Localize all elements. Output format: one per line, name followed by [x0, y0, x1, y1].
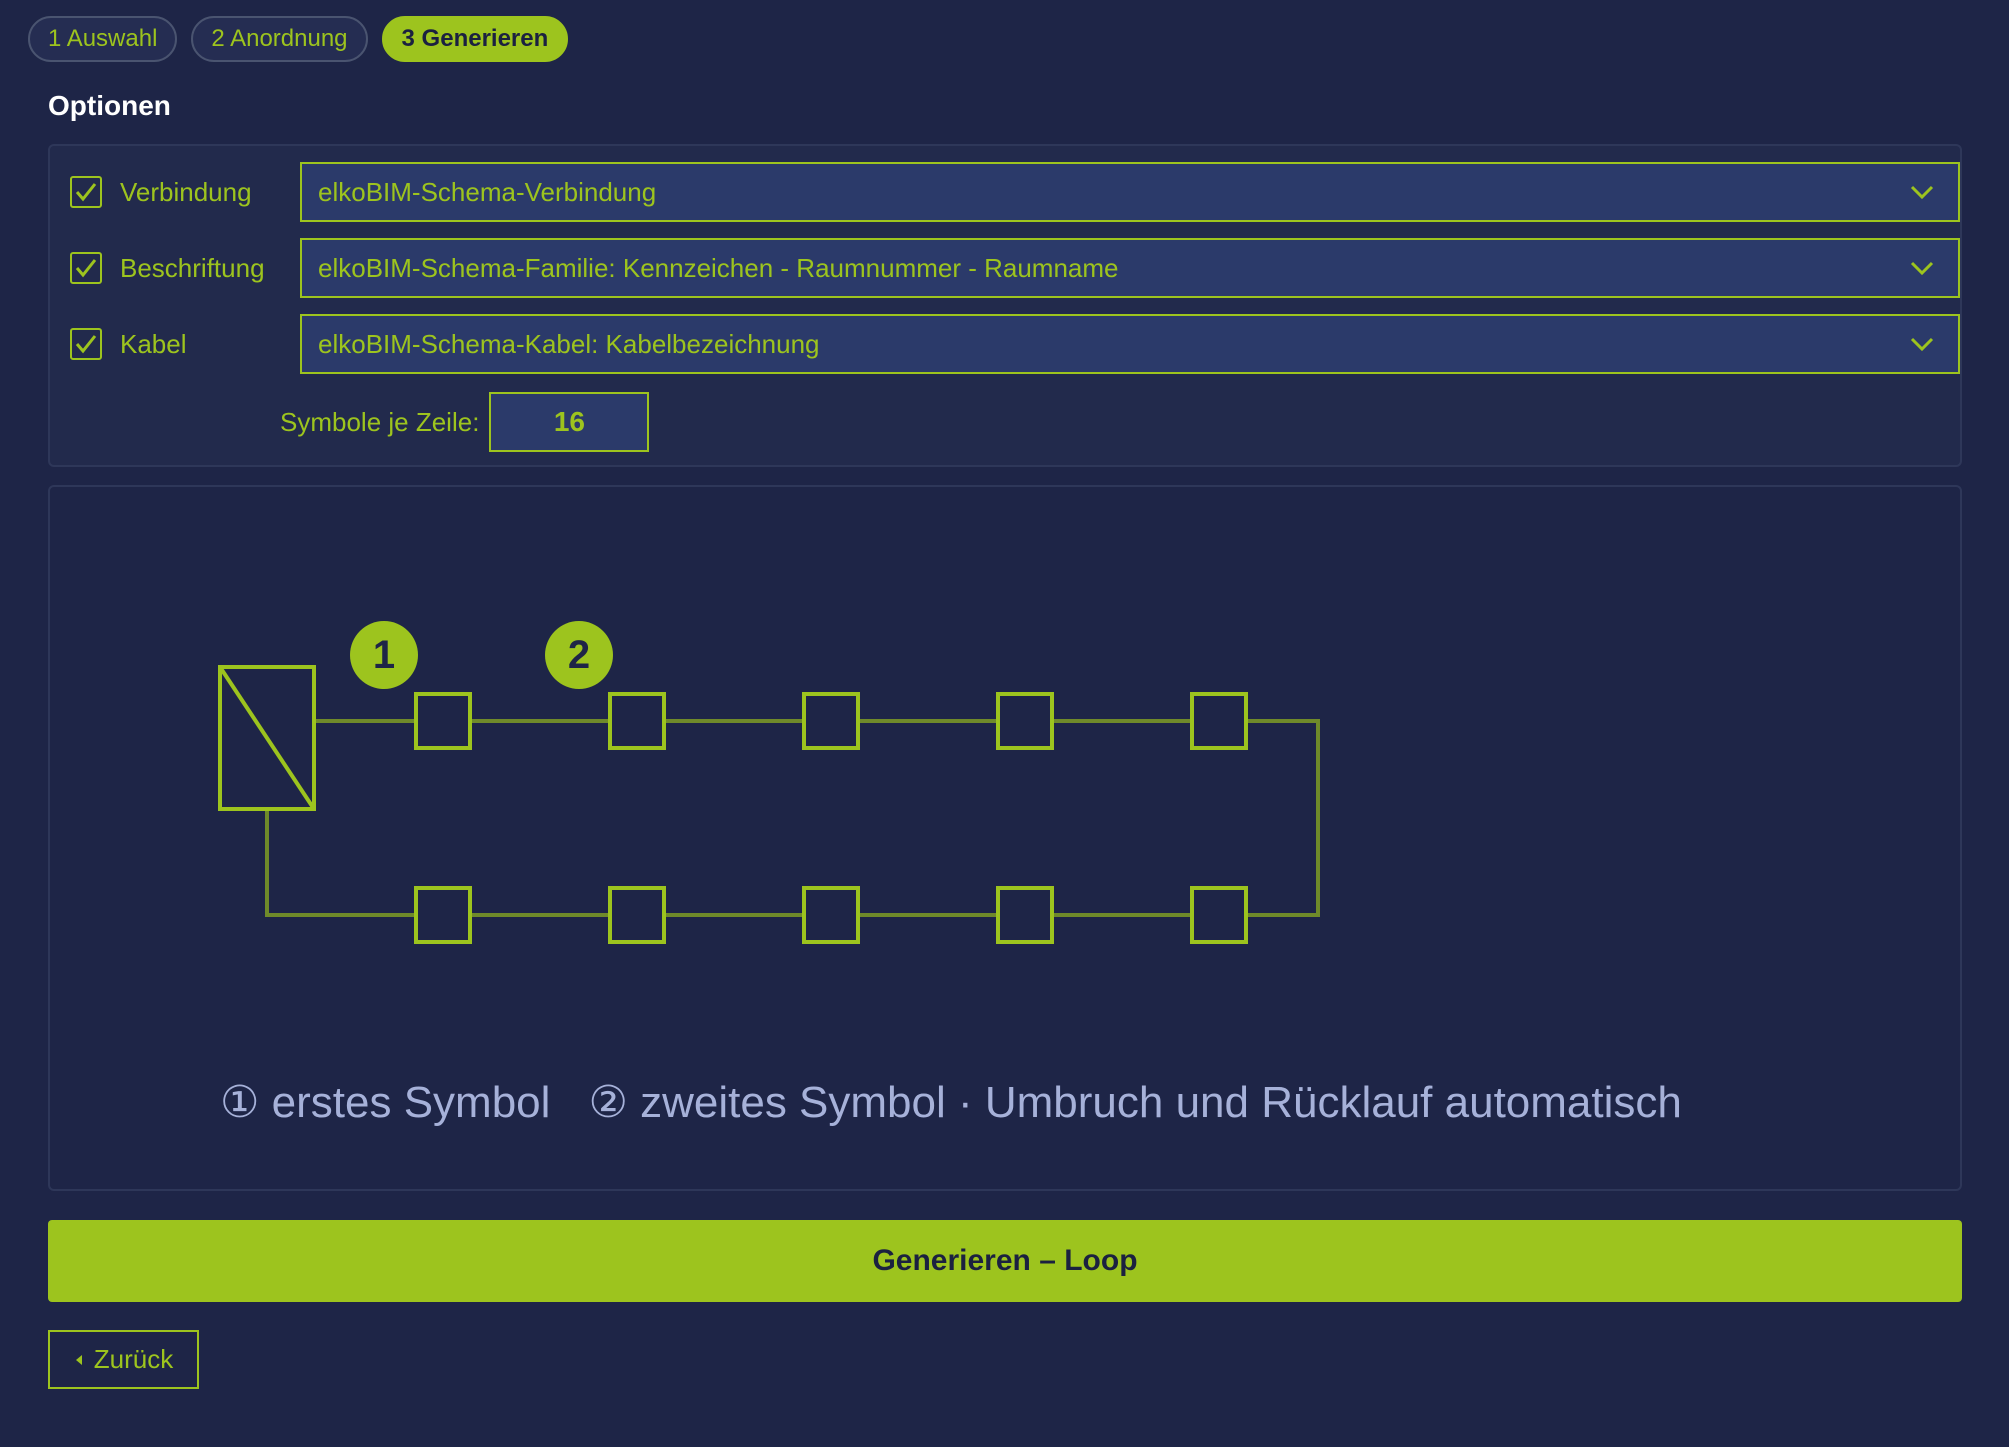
generate-loop-button[interactable]: Generieren – Loop [48, 1220, 1962, 1302]
checkmark-icon [75, 335, 97, 354]
chevron-down-icon [1910, 261, 1934, 276]
checkbox-beschriftung[interactable] [70, 252, 102, 284]
symbol-box-bottom [996, 886, 1054, 944]
symbol-box-bottom [1190, 886, 1248, 944]
checkmark-icon [75, 183, 97, 202]
checkbox-verbindung[interactable] [70, 176, 102, 208]
back-button[interactable]: Zurück [48, 1330, 199, 1389]
label-beschriftung: Beschriftung [120, 252, 265, 283]
chevron-down-icon [1910, 337, 1934, 352]
symbol-box-top [802, 692, 860, 750]
chevron-down-icon [1910, 185, 1934, 200]
symbol-box-top [996, 692, 1054, 750]
loop-wire [265, 719, 1320, 917]
marker-label: 2 [568, 633, 590, 677]
tab-step-anordnung[interactable]: 2 Anordnung [191, 16, 368, 62]
diagram-legend: ① erstes Symbol ② zweites Symbol · Umbruc… [220, 1077, 1682, 1128]
back-button-label: Zurück [93, 1344, 174, 1374]
label-verbindung: Verbindung [120, 176, 252, 207]
tab-step-generieren[interactable]: 3 Generieren [381, 16, 569, 62]
symbols-per-row: Symbole je Zeile: 16 [280, 392, 650, 452]
options-panel: Verbindung elkoBIM-Schema-Verbindung Bes… [48, 144, 1962, 467]
marker-label: 1 [373, 633, 395, 677]
step-tabs: 1 Auswahl 2 Anordnung 3 Generieren [28, 16, 569, 62]
symbol-box-bottom [802, 886, 860, 944]
select-beschriftung[interactable]: elkoBIM-Schema-Familie: Kennzeichen - Ra… [300, 238, 1960, 298]
option-row-verbindung: Verbindung elkoBIM-Schema-Verbindung [70, 162, 1960, 222]
diagram-panel: 12 ① erstes Symbol ② zweites Symbol · Umb… [48, 485, 1962, 1191]
caret-left-icon [75, 1354, 82, 1365]
tab-step-auswahl[interactable]: 1 Auswahl [28, 16, 178, 62]
symbol-box-bottom [414, 886, 472, 944]
option-row-beschriftung: Beschriftung elkoBIM-Schema-Familie: Ken… [70, 238, 1960, 298]
section-title: Optionen [48, 90, 171, 121]
select-value-verbindung: elkoBIM-Schema-Verbindung [318, 176, 657, 207]
symbols-per-row-label: Symbole je Zeile: [280, 406, 480, 437]
symbol-box-top [1190, 692, 1248, 750]
select-kabel[interactable]: elkoBIM-Schema-Kabel: Kabelbezeichnung [300, 314, 1960, 374]
source-symbol [218, 665, 316, 811]
page-root: 1 Auswahl 2 Anordnung 3 Generieren Optio… [0, 0, 2009, 1447]
legend-first-symbol: ① erstes Symbol [220, 1078, 551, 1127]
diagram-markers: 12 [350, 621, 613, 689]
select-verbindung[interactable]: elkoBIM-Schema-Verbindung [300, 162, 1960, 222]
legend-second-symbol: ② zweites Symbol · Umbruch und Rücklauf … [588, 1078, 1682, 1127]
checkmark-icon [75, 259, 97, 278]
diagram-connection-lines [265, 719, 1320, 917]
option-row-kabel: Kabel elkoBIM-Schema-Kabel: Kabelbezeich… [70, 314, 1960, 374]
symbols-per-row-input[interactable]: 16 [489, 392, 650, 452]
diagram-symbols [414, 692, 1248, 944]
symbol-box-top [414, 692, 472, 750]
symbol-box-top [608, 692, 666, 750]
select-value-kabel: elkoBIM-Schema-Kabel: Kabelbezeichnung [318, 328, 820, 359]
label-kabel: Kabel [120, 328, 187, 359]
select-value-beschriftung: elkoBIM-Schema-Familie: Kennzeichen - Ra… [318, 252, 1119, 283]
checkbox-kabel[interactable] [70, 328, 102, 360]
symbol-box-bottom [608, 886, 666, 944]
